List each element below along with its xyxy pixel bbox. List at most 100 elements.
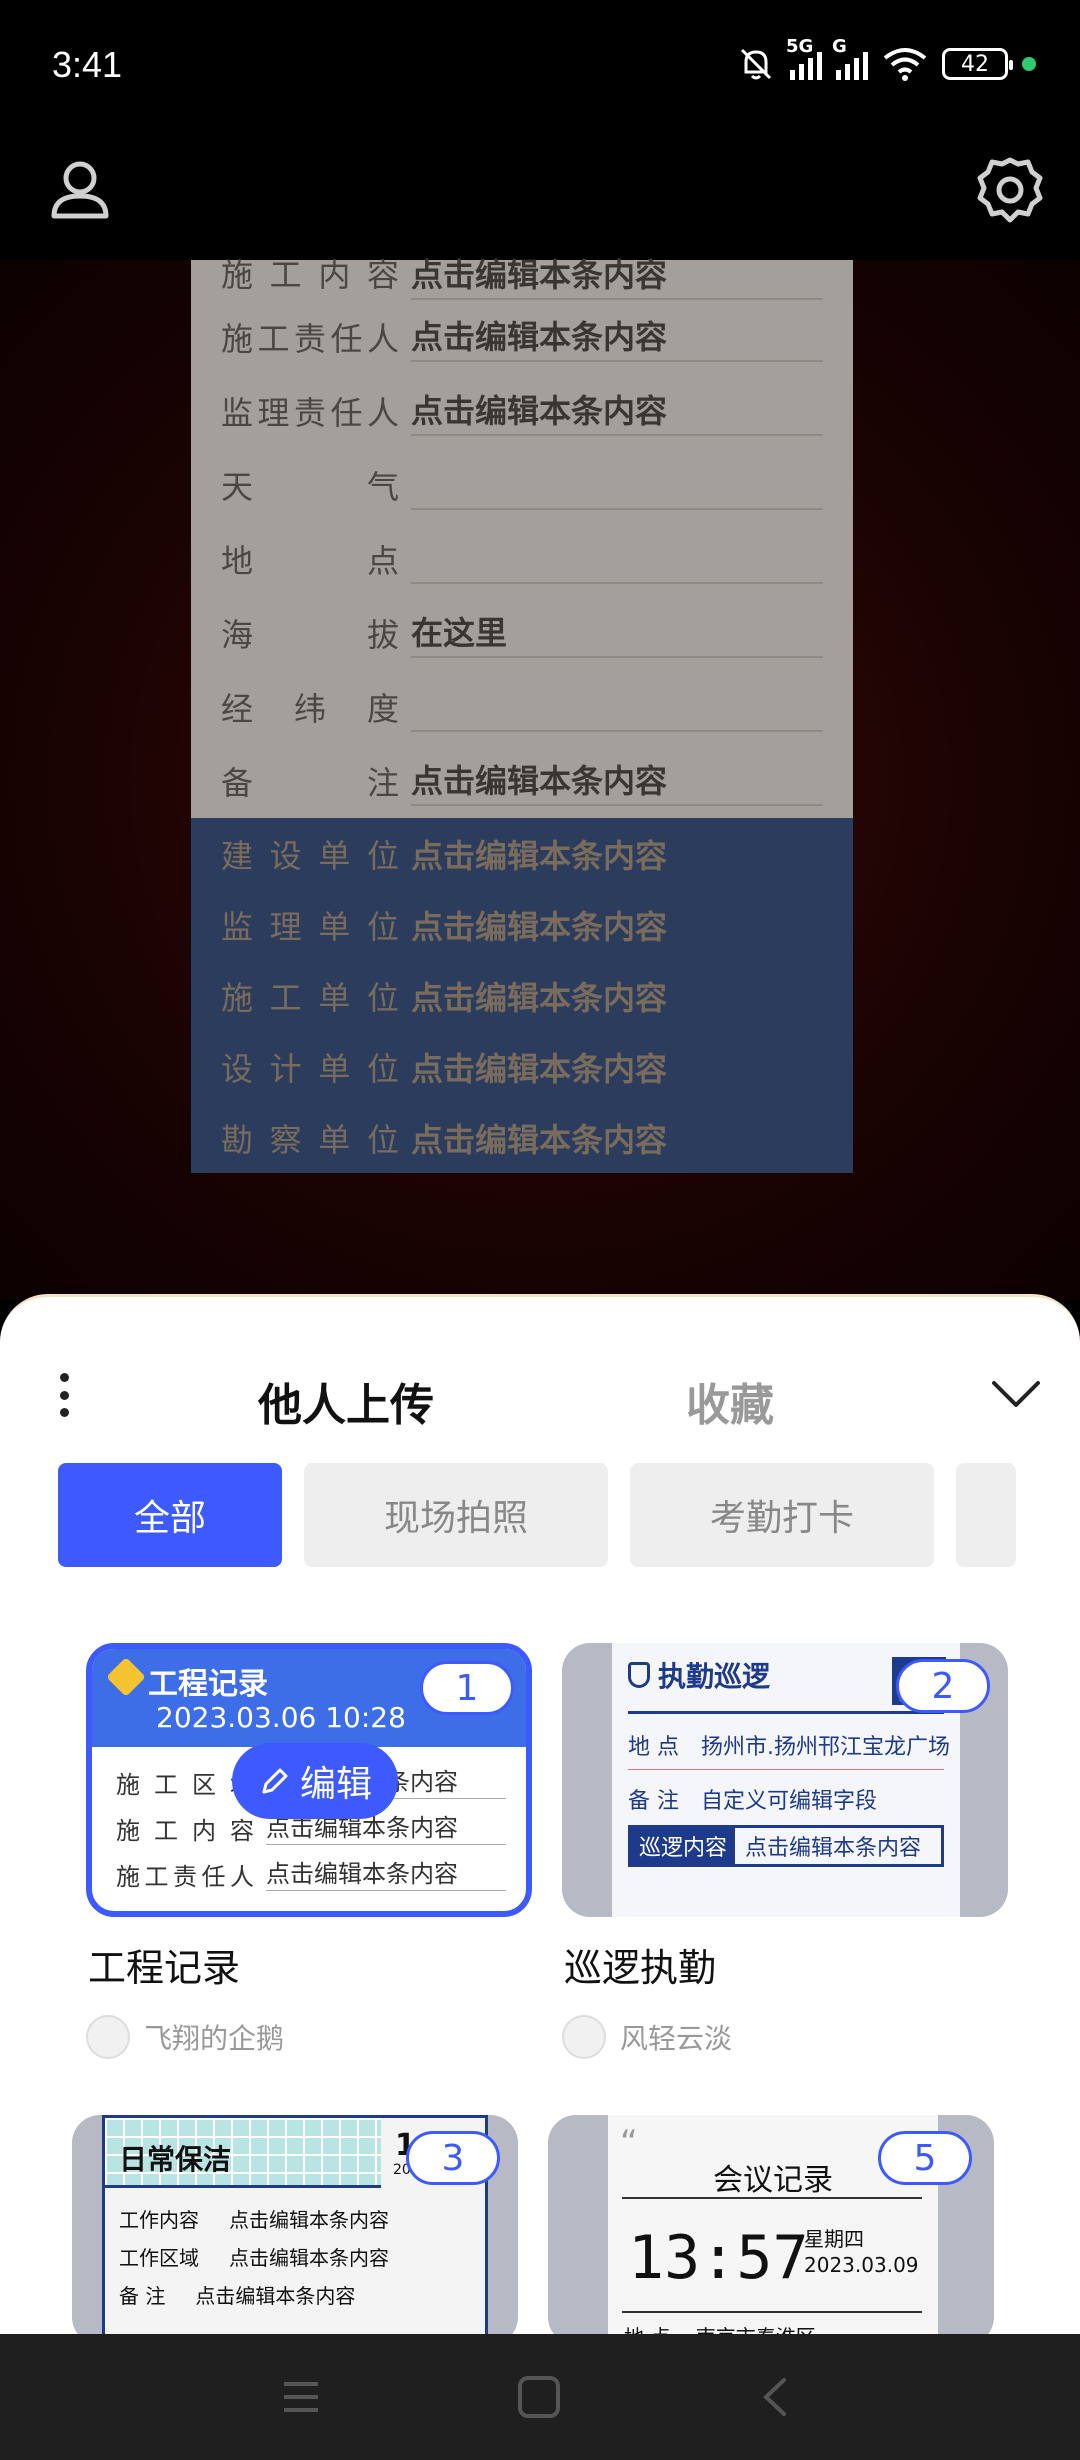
row-label: 地点 — [221, 542, 399, 580]
chip-more[interactable] — [956, 1463, 1016, 1567]
signal-sim2-icon: G — [832, 36, 868, 80]
tab-favorites[interactable]: 收藏 — [686, 1369, 774, 1433]
status-bar: 3:41 5G G 42 — [0, 0, 1080, 130]
template-datetime: 2023.03.06 10:28 — [156, 1701, 406, 1734]
watermark-row: 监理责任人 点击编辑本条内容 — [221, 374, 823, 448]
row-value[interactable] — [411, 682, 823, 732]
system-nav-bar — [0, 2334, 1080, 2460]
menu-icon[interactable] — [276, 2374, 326, 2420]
author-name: 飞翔的企鹅 — [144, 2022, 285, 2055]
row-label: 备注 — [221, 764, 399, 802]
category-chips: 全部 现场拍照 考勤打卡 — [58, 1463, 1022, 1567]
wrench-icon — [106, 1657, 146, 1697]
watermark-units: 建设单位 点击编辑本条内容 监理单位 点击编辑本条内容 施工单位 点击编辑本条内… — [191, 818, 853, 1173]
signal-sim1-icon: 5G — [786, 36, 822, 80]
unit-value[interactable]: 点击编辑本条内容 — [411, 973, 823, 1019]
battery-indicator: 42 — [942, 48, 1013, 80]
watermark-row: 施工内容 点击编辑本条内容 — [221, 259, 823, 300]
watermark-card[interactable]: 施工内容 点击编辑本条内容 施工责任人 点击编辑本条内容 监理责任人 点击编辑本… — [191, 259, 853, 1173]
status-time: 3:41 — [52, 44, 123, 85]
watermark-row: 施工责任人 点击编辑本条内容 — [221, 300, 823, 374]
template-sheet: 他人上传 收藏 全部 现场拍照 考勤打卡 工程记录 2023.03.06 10:… — [0, 1294, 1080, 2334]
edit-template-button[interactable]: 编辑 — [232, 1743, 398, 1819]
unit-label: 设计单位 — [221, 1049, 399, 1088]
watermark-fields: 施工内容 点击编辑本条内容 施工责任人 点击编辑本条内容 监理责任人 点击编辑本… — [191, 259, 853, 818]
unit-label: 勘察单位 — [221, 1120, 399, 1159]
shield-icon — [628, 1662, 650, 1688]
chevron-down-icon[interactable] — [990, 1379, 1042, 1409]
template-header-title: 执勤巡逻 — [628, 1655, 770, 1695]
chip-attendance[interactable]: 考勤打卡 — [630, 1463, 934, 1567]
chip-all[interactable]: 全部 — [58, 1463, 282, 1567]
row-value[interactable] — [411, 460, 823, 510]
unit-value[interactable]: 点击编辑本条内容 — [411, 902, 823, 948]
unit-value[interactable]: 点击编辑本条内容 — [411, 1044, 823, 1090]
home-icon[interactable] — [514, 2374, 564, 2420]
sim2-label: G — [832, 36, 847, 57]
row-value[interactable]: 点击编辑本条内容 — [411, 259, 823, 300]
template-card-engineering[interactable]: 工程记录 2023.03.06 10:28 施工区域 点击编辑本条内容 施工内容… — [86, 1643, 532, 1917]
row-label: 监理责任人 — [221, 394, 399, 432]
template-row: 备 注自定义可编辑字段 — [628, 1789, 878, 1814]
unit-value[interactable]: 点击编辑本条内容 — [411, 1115, 823, 1161]
row-value[interactable] — [411, 534, 823, 584]
template-row: 地 点 南京市秦淮区 — [624, 2321, 816, 2334]
template-header-title: 工程记录 — [148, 1667, 268, 1702]
patrol-content-box: 巡逻内容 点击编辑本条内容 — [628, 1825, 944, 1867]
unit-value[interactable]: 点击编辑本条内容 — [411, 831, 823, 877]
template-row: 工作内容 点击编辑本条内容 — [119, 2208, 389, 2232]
row-label: 海拔 — [221, 616, 399, 654]
divider — [622, 2311, 922, 2313]
template-number-badge: 3 — [406, 2131, 500, 2185]
chip-site-photo[interactable]: 现场拍照 — [304, 1463, 608, 1567]
pencil-icon — [262, 1768, 288, 1794]
template-row: 工作区域 点击编辑本条内容 — [119, 2246, 389, 2270]
template-header: 日常保洁 — [105, 2118, 381, 2188]
row-value[interactable]: 点击编辑本条内容 — [411, 386, 823, 436]
template-row: 地 点扬州市.扬州邗江宝龙广场 — [628, 1735, 950, 1760]
back-icon[interactable] — [752, 2374, 802, 2420]
unit-row: 建设单位 点击编辑本条内容 — [221, 818, 823, 889]
unit-row: 勘察单位 点击编辑本条内容 — [221, 1102, 823, 1173]
unit-row: 设计单位 点击编辑本条内容 — [221, 1031, 823, 1102]
template-weekday: 星期四 — [804, 2227, 864, 2251]
camera-top-bar — [0, 130, 1080, 260]
unit-label: 监理单位 — [221, 907, 399, 946]
row-value[interactable]: 点击编辑本条内容 — [411, 312, 823, 362]
status-icons: 5G G 42 — [736, 36, 1036, 84]
avatar — [86, 2015, 130, 2059]
sim1-label: 5G — [786, 36, 814, 57]
template-name[interactable]: 巡逻执勤 — [564, 1937, 716, 1992]
unit-row: 施工单位 点击编辑本条内容 — [221, 960, 823, 1031]
template-author[interactable]: 风轻云淡 — [562, 2015, 732, 2059]
template-card-cleaning[interactable]: 日常保洁 1 20 工作内容 点击编辑本条内容 工作区域 点击编辑本条内容 备 注点… — [72, 2115, 518, 2334]
row-label: 经纬度 — [221, 690, 399, 728]
template-name[interactable]: 工程记录 — [88, 1937, 240, 1992]
avatar — [562, 2015, 606, 2059]
watermark-row: 经纬度 — [221, 670, 823, 744]
wifi-icon — [883, 48, 927, 81]
divider — [628, 1711, 944, 1714]
unit-label: 建设单位 — [221, 836, 399, 875]
template-card-meeting[interactable]: “ 会议记录 13:57 星期四 2023.03.09 地 点 南京市秦淮区 5 — [548, 2115, 994, 2334]
profile-icon[interactable] — [40, 150, 120, 230]
watermark-row: 备注 点击编辑本条内容 — [221, 744, 823, 818]
more-options-icon[interactable] — [56, 1373, 72, 1417]
settings-gear-icon[interactable] — [970, 150, 1050, 230]
divider — [628, 1769, 944, 1770]
row-value[interactable]: 在这里 — [411, 608, 823, 658]
battery-level: 42 — [961, 51, 989, 77]
template-clock: 13:57 — [628, 2223, 809, 2293]
template-card-patrol[interactable]: 执勤巡逻 2023 地 点扬州市.扬州邗江宝龙广场 备 注自定义可编辑字段 巡逻… — [562, 1643, 1008, 1917]
tab-others-upload[interactable]: 他人上传 — [258, 1369, 434, 1433]
unit-row: 监理单位 点击编辑本条内容 — [221, 889, 823, 960]
row-label: 天气 — [221, 468, 399, 506]
row-value[interactable]: 点击编辑本条内容 — [411, 756, 823, 806]
watermark-row: 地点 — [221, 522, 823, 596]
camera-preview[interactable]: 施工内容 点击编辑本条内容 施工责任人 点击编辑本条内容 监理责任人 点击编辑本… — [0, 259, 1080, 1300]
bell-muted-icon — [740, 48, 772, 80]
unit-label: 施工单位 — [221, 978, 399, 1017]
row-label: 施工责任人 — [221, 320, 399, 358]
template-author[interactable]: 飞翔的企鹅 — [86, 2015, 284, 2059]
template-date: 2023.03.09 — [804, 2253, 919, 2277]
